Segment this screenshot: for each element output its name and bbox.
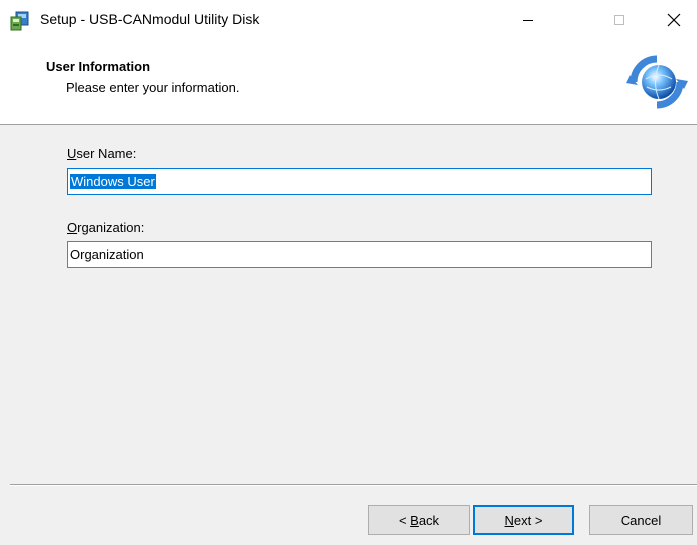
organization-label: Organization:: [67, 220, 145, 235]
wizard-globe-icon: [626, 55, 688, 109]
title-bar[interactable]: Setup - USB-CANmodul Utility Disk: [0, 0, 697, 40]
button-area-divider: [10, 484, 697, 486]
organization-input[interactable]: Organization: [67, 241, 652, 268]
next-button[interactable]: Next >: [473, 505, 574, 535]
close-icon: [667, 13, 681, 27]
wizard-header: User Information Please enter your infor…: [0, 40, 697, 125]
window-title: Setup - USB-CANmodul Utility Disk: [40, 11, 260, 27]
user-name-label: User Name:: [67, 146, 137, 161]
organization-value: Organization: [70, 247, 144, 262]
setup-installer-icon: [10, 11, 29, 31]
minimize-icon: [523, 20, 533, 21]
user-name-input[interactable]: Windows User: [67, 168, 652, 195]
page-subtitle: Please enter your information.: [66, 80, 240, 95]
close-button[interactable]: [651, 0, 697, 40]
maximize-button[interactable]: [596, 0, 642, 40]
cancel-button[interactable]: Cancel: [589, 505, 693, 535]
page-title: User Information: [46, 59, 151, 74]
user-name-value: Windows User: [70, 174, 156, 189]
minimize-button[interactable]: [505, 0, 551, 40]
maximize-icon: [614, 15, 624, 25]
back-button[interactable]: < Back: [368, 505, 470, 535]
